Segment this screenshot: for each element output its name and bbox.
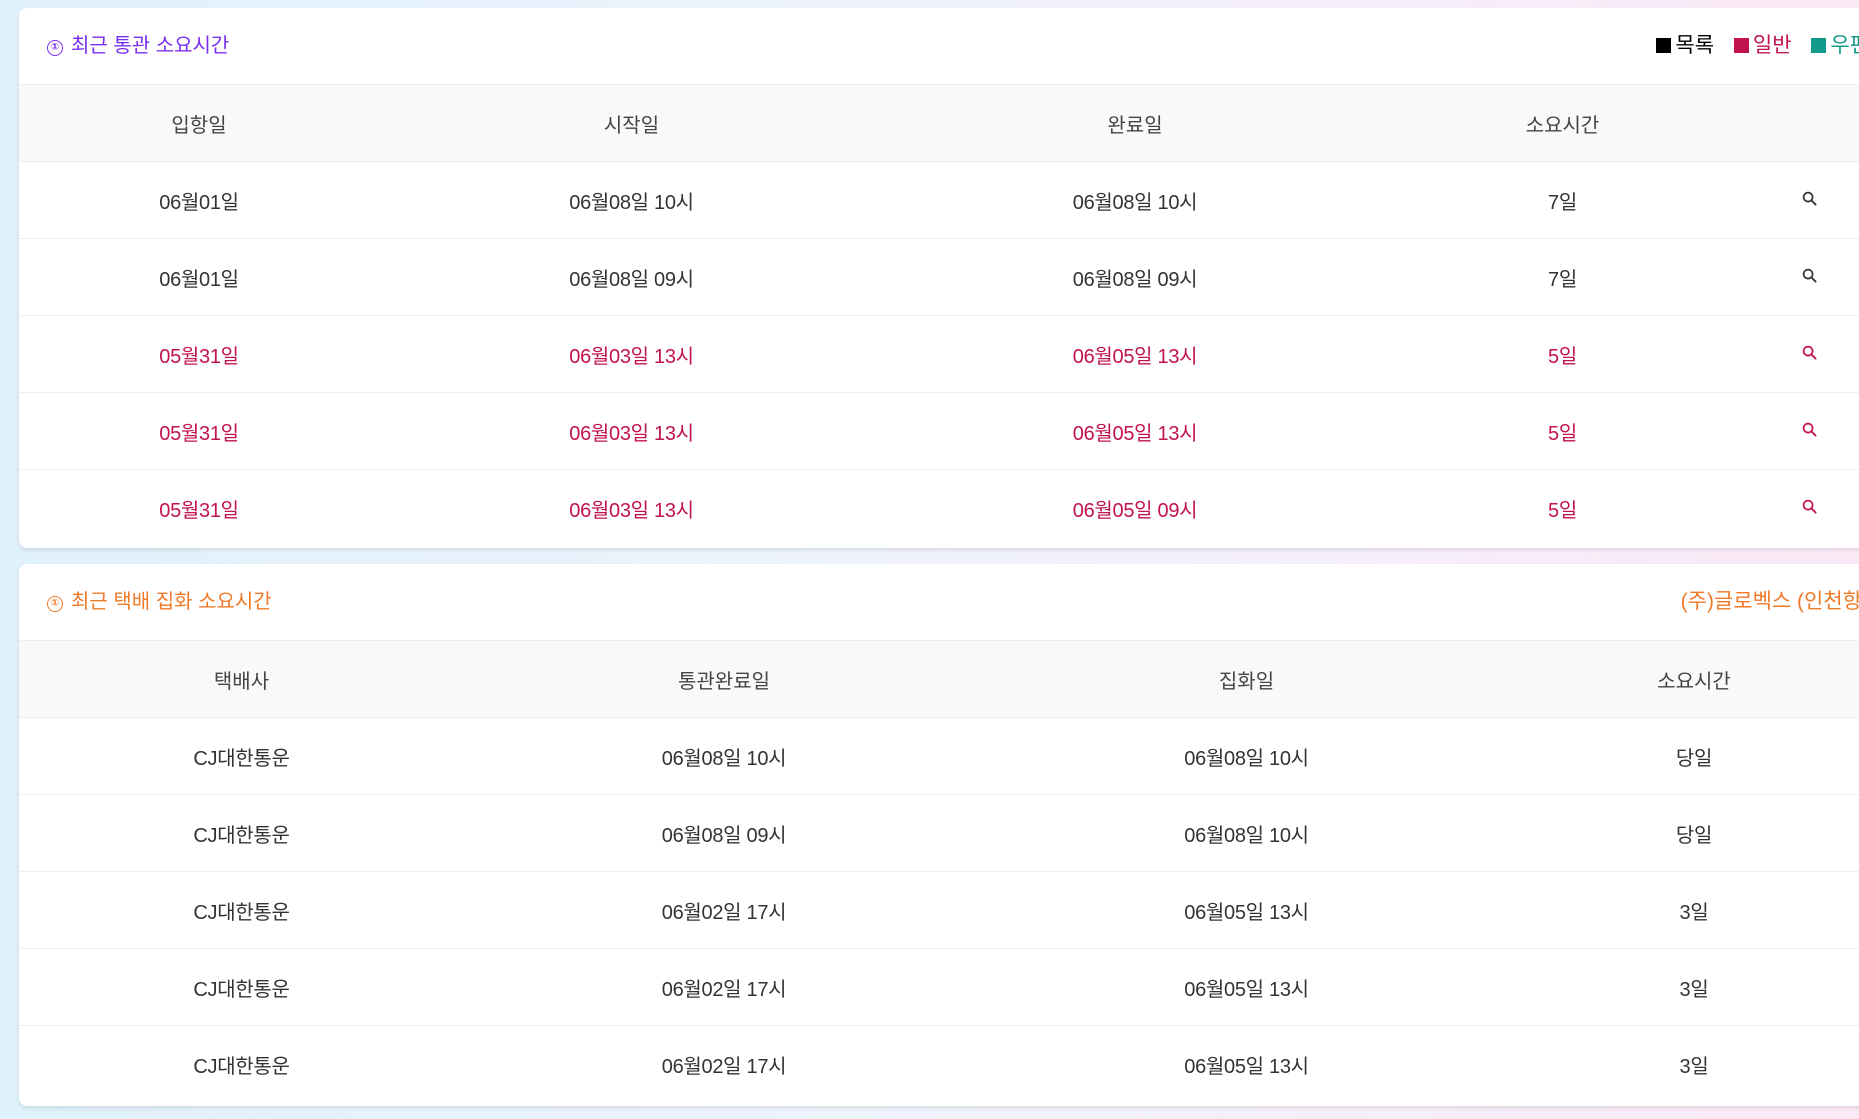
cell-pickup: 06월05일 13시 bbox=[1184, 1055, 1309, 1078]
legend-item-general: 일반 bbox=[1733, 34, 1792, 57]
column-header-cleared: 통관완료일 bbox=[464, 640, 984, 718]
cell-arrival: 06월01일 bbox=[19, 238, 379, 316]
cell-complete: 06월08일 10시 bbox=[884, 161, 1386, 239]
legend-item-list: 목록 bbox=[1656, 34, 1714, 57]
cell-complete: 06월05일 13시 bbox=[884, 392, 1386, 470]
legend-label-list: 목록 bbox=[1675, 34, 1715, 57]
cell-cleared: 06월08일 10시 bbox=[464, 717, 984, 795]
pickup-time-card: ① 최근 택배 집화 소요시간 (주)글로벡스 (인천항) 택배사 통관완료일 집… bbox=[19, 564, 1859, 1106]
cell-start: 06월03일 13시 bbox=[379, 392, 884, 470]
cell-pickup: 06월08일 10시 bbox=[984, 717, 1509, 795]
legend-item-post: 우편 bbox=[1811, 34, 1859, 57]
cell-duration: 당일 bbox=[1509, 794, 1859, 872]
column-header-action bbox=[1739, 84, 1859, 162]
cell-courier: CJ대한통운 bbox=[19, 948, 464, 1026]
cell-complete: 06월08일 09시 bbox=[884, 238, 1386, 316]
clearance-table-header: 입항일 시작일 완료일 소요시간 bbox=[19, 84, 1859, 162]
cell-duration: 당일 bbox=[1509, 717, 1859, 795]
cell-pickup: 06월05일 13시 bbox=[984, 948, 1509, 1026]
cell-complete: 06월05일 13시 bbox=[884, 315, 1386, 393]
pickup-card-header: ① 최근 택배 집화 소요시간 (주)글로벡스 (인천항) bbox=[19, 564, 1859, 640]
search-icon[interactable] bbox=[1802, 422, 1817, 437]
cell-courier: CJ대한통운 bbox=[19, 717, 464, 795]
cell-action bbox=[1739, 470, 1859, 547]
search-icon[interactable] bbox=[1802, 191, 1817, 206]
cell-duration: 5일 bbox=[1386, 392, 1739, 470]
clearance-legend: 목록 일반 우편 bbox=[1642, 8, 1859, 84]
cell-cleared: 06월02일 17시 bbox=[464, 948, 984, 1026]
column-header-arrival: 입항일 bbox=[19, 84, 379, 162]
cell-pickup: 06월08일 10시 bbox=[984, 794, 1509, 872]
cell-courier: CJ대한통운 bbox=[193, 1055, 290, 1078]
cell-duration: 7일 bbox=[1386, 238, 1739, 316]
pickup-title-text: 최근 택배 집화 소요시간 bbox=[71, 591, 272, 613]
info-icon: ① bbox=[47, 40, 63, 56]
clearance-title-text: 최근 통관 소요시간 bbox=[71, 35, 230, 57]
column-header-courier: 택배사 bbox=[19, 640, 464, 718]
info-icon: ① bbox=[47, 596, 63, 612]
legend-swatch-post bbox=[1811, 38, 1827, 53]
clearance-row: 05월31일 06월03일 13시 06월05일 13시 5일 bbox=[19, 392, 1859, 470]
cell-cleared: 06월02일 17시 bbox=[661, 1055, 787, 1078]
legend-label-general: 일반 bbox=[1752, 34, 1792, 57]
clearance-row: 05월31일 06월03일 13시 06월05일 09시 5일 bbox=[19, 470, 1859, 547]
cell-arrival: 05월31일 bbox=[159, 499, 239, 522]
column-header-start: 시작일 bbox=[379, 84, 884, 162]
clearance-time-card: ① 최근 통관 소요시간 목록 일반 우편 입항일 시작일 완료일 소요시간 bbox=[19, 8, 1859, 548]
search-icon[interactable] bbox=[1802, 499, 1817, 514]
cell-duration: 3일 bbox=[1679, 1055, 1709, 1078]
cell-cleared: 06월08일 09시 bbox=[464, 794, 984, 872]
cell-action bbox=[1739, 161, 1859, 239]
pickup-table: 택배사 통관완료일 집화일 소요시간 CJ대한통운 06월08일 10시 06월08… bbox=[19, 640, 1859, 1103]
clearance-table: 입항일 시작일 완료일 소요시간 06월01일 06월08일 10시 06월08일 … bbox=[19, 84, 1859, 547]
cell-courier: CJ대한통운 bbox=[19, 794, 464, 872]
column-header-duration: 소요시간 bbox=[1509, 640, 1859, 718]
cell-duration: 3일 bbox=[1509, 871, 1859, 949]
cell-duration: 7일 bbox=[1386, 161, 1739, 239]
pickup-row: CJ대한통운 06월08일 09시 06월08일 10시 당일 bbox=[19, 794, 1859, 872]
clearance-card-title: ① 최근 통관 소요시간 bbox=[47, 8, 229, 84]
cell-duration: 5일 bbox=[1386, 315, 1739, 393]
cell-arrival: 05월31일 bbox=[19, 392, 379, 470]
cell-start: 06월08일 09시 bbox=[379, 238, 884, 316]
cell-arrival: 06월01일 bbox=[19, 161, 379, 239]
cell-courier: CJ대한통운 bbox=[19, 871, 464, 949]
cell-action bbox=[1739, 315, 1859, 393]
cell-pickup: 06월05일 13시 bbox=[984, 871, 1509, 949]
cell-start: 06월03일 13시 bbox=[569, 499, 694, 522]
pickup-row: CJ대한통운 06월08일 10시 06월08일 10시 당일 bbox=[19, 717, 1859, 795]
clearance-card-header: ① 최근 통관 소요시간 목록 일반 우편 bbox=[19, 8, 1859, 84]
column-header-complete: 완료일 bbox=[884, 84, 1386, 162]
pickup-row: CJ대한통운 06월02일 17시 06월05일 13시 3일 bbox=[19, 948, 1859, 1026]
cell-duration: 3일 bbox=[1509, 948, 1859, 1026]
pickup-row: CJ대한통운 06월02일 17시 06월05일 13시 3일 bbox=[19, 871, 1859, 949]
cell-duration: 5일 bbox=[1548, 499, 1577, 522]
cell-start: 06월03일 13시 bbox=[379, 315, 884, 393]
cell-cleared: 06월02일 17시 bbox=[464, 871, 984, 949]
pickup-row: CJ대한통운 06월02일 17시 06월05일 13시 3일 bbox=[19, 1026, 1859, 1103]
search-icon[interactable] bbox=[1802, 268, 1817, 283]
cell-action bbox=[1739, 392, 1859, 470]
column-header-duration: 소요시간 bbox=[1386, 84, 1739, 162]
clearance-row: 05월31일 06월03일 13시 06월05일 13시 5일 bbox=[19, 315, 1859, 393]
pickup-table-header: 택배사 통관완료일 집화일 소요시간 bbox=[19, 640, 1859, 718]
legend-label-post: 우편 bbox=[1830, 34, 1859, 57]
cell-action bbox=[1739, 238, 1859, 316]
pickup-card-title: ① 최근 택배 집화 소요시간 bbox=[47, 564, 272, 640]
courier-company-label: (주)글로벡스 (인천항) bbox=[1680, 590, 1859, 613]
legend-swatch-general bbox=[1733, 38, 1749, 53]
search-icon[interactable] bbox=[1802, 345, 1817, 360]
clearance-row: 06월01일 06월08일 10시 06월08일 10시 7일 bbox=[19, 161, 1859, 239]
cell-arrival: 05월31일 bbox=[19, 315, 379, 393]
legend-swatch-list bbox=[1656, 38, 1672, 53]
cell-start: 06월08일 10시 bbox=[379, 161, 884, 239]
clearance-row: 06월01일 06월08일 09시 06월08일 09시 7일 bbox=[19, 238, 1859, 316]
column-header-pickup: 집화일 bbox=[984, 640, 1509, 718]
cell-complete: 06월05일 09시 bbox=[1072, 499, 1198, 522]
